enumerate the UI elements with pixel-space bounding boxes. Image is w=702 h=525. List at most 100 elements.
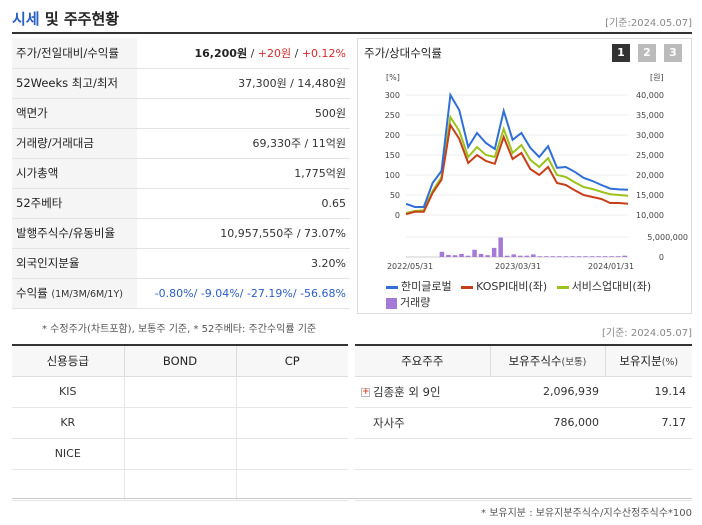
volume-bar bbox=[583, 256, 588, 257]
y-left-tick-label: 0 bbox=[395, 211, 400, 220]
volume-bar bbox=[498, 237, 503, 257]
price-stats-table: 주가/전일대비/수익률 16,200원 / +20원 / +0.12% 52We… bbox=[12, 38, 350, 309]
section-title-secondary: 및 주주현황 bbox=[39, 10, 120, 28]
stat-value: 1,775억원 bbox=[137, 158, 350, 189]
volume-bar bbox=[472, 249, 477, 257]
credit-header-cell: 신용등급 bbox=[12, 345, 124, 377]
credit-cp bbox=[235, 407, 348, 439]
return-1y: -56.68% bbox=[300, 286, 346, 300]
credit-row: KIS bbox=[12, 376, 348, 408]
credit-cp bbox=[235, 376, 348, 408]
credit-rating-table: 신용등급 BOND CP KIS KR NICE bbox=[12, 344, 348, 501]
stat-value: 500원 bbox=[137, 98, 350, 129]
chart-page-2-button[interactable]: 2 bbox=[638, 44, 656, 62]
stat-label: 52Weeks 최고/최저 bbox=[12, 68, 137, 99]
legend-line-icon bbox=[556, 285, 569, 289]
volume-bar bbox=[596, 256, 601, 257]
holder-pct bbox=[605, 438, 692, 470]
stat-row-market-cap: 시가총액 1,775억원 bbox=[12, 158, 350, 189]
stat-row-beta: 52주베타 0.65 bbox=[12, 188, 350, 219]
holder-row: + 김종훈 외 9인 2,096,939 19.14 bbox=[355, 376, 692, 408]
series-line-service bbox=[405, 114, 629, 214]
y-right-tick-label: 10,000 bbox=[636, 211, 664, 220]
legend-item-service: 서비스업대비(좌) bbox=[556, 278, 652, 294]
x-tick-label: 2022/05/31 bbox=[387, 262, 433, 271]
x-tick-label: 2023/03/31 bbox=[495, 262, 541, 271]
holder-row bbox=[355, 438, 692, 470]
credit-cp bbox=[235, 469, 348, 501]
volume-bar bbox=[537, 256, 543, 257]
volume-bar bbox=[446, 254, 451, 257]
stat-label: 시가총액 bbox=[12, 158, 137, 189]
holder-name bbox=[355, 469, 490, 501]
return-1m: -0.80% bbox=[154, 286, 194, 300]
chart-page-1-button[interactable]: 1 bbox=[612, 44, 630, 62]
stat-label: 수익률 (1M/3M/6M/1Y) bbox=[12, 278, 137, 309]
y-right-tick-label: 25,000 bbox=[636, 151, 664, 160]
credit-bond bbox=[123, 438, 236, 470]
price-chart: [%] [원] 300 250 200 150 100 50 0 40,000 35,000 3… bbox=[385, 73, 688, 271]
credit-row: KR bbox=[12, 407, 348, 439]
stat-row-volume: 거래량/거래대금 69,330주 / 11억원 bbox=[12, 128, 350, 159]
credit-agency: KR bbox=[12, 407, 124, 439]
stat-label: 주가/전일대비/수익률 bbox=[12, 38, 137, 69]
volume-bar bbox=[570, 256, 575, 257]
holder-header-label: 보유지분 bbox=[619, 353, 662, 368]
stat-label: 발행주식수/유동비율 bbox=[12, 218, 137, 249]
stat-label: 거래량/거래대금 bbox=[12, 128, 137, 159]
holder-name: 자사주 bbox=[355, 407, 490, 439]
legend-line-icon bbox=[461, 285, 474, 289]
volume-bar bbox=[602, 256, 608, 257]
legend-label: 한미글로벌 bbox=[401, 280, 452, 293]
stat-value: 10,957,550주 / 73.07% bbox=[137, 218, 350, 249]
expand-plus-icon[interactable]: + bbox=[361, 387, 370, 397]
volume-bar bbox=[504, 255, 510, 257]
holder-name bbox=[355, 438, 490, 470]
separator: / bbox=[291, 46, 302, 60]
stat-value: 69,330주 / 11억원 bbox=[137, 128, 350, 159]
volume-bar bbox=[439, 251, 445, 257]
credit-bond bbox=[123, 407, 236, 439]
volume-bar bbox=[452, 255, 458, 257]
legend-item-stock: 한미글로벌 bbox=[386, 278, 452, 294]
y-axis-left: 300 250 200 150 100 50 0 bbox=[385, 91, 400, 220]
volume-bar bbox=[622, 255, 627, 257]
credit-agency: KIS bbox=[12, 376, 124, 408]
stats-footnote: * 수정주가(차트포함), 보통주 기준, * 52주베타: 주간수익률 기준 bbox=[42, 324, 317, 335]
volume-bar bbox=[589, 256, 595, 257]
y-right-tick-label: 35,000 bbox=[636, 111, 664, 120]
left-unit-label: [%] bbox=[386, 73, 400, 82]
holder-name-cell: + 김종훈 외 9인 bbox=[355, 376, 490, 408]
credit-agency: NICE bbox=[12, 438, 124, 470]
returns-label: 수익률 bbox=[16, 286, 48, 300]
legend-box-icon bbox=[386, 297, 397, 309]
holder-pct: 7.17 bbox=[605, 407, 692, 439]
return-3m: -9.04% bbox=[200, 286, 240, 300]
stat-value-price: 16,200원 / +20원 / +0.12% bbox=[137, 38, 350, 69]
credit-agency bbox=[12, 469, 124, 501]
volume-bar bbox=[485, 255, 490, 257]
section-title-primary: 시세 bbox=[12, 10, 40, 28]
y-right-tick-label: 20,000 bbox=[636, 171, 664, 180]
separator: / bbox=[247, 46, 258, 60]
stat-row-price: 주가/전일대비/수익률 16,200원 / +20원 / +0.12% bbox=[12, 38, 350, 69]
holder-shares bbox=[490, 438, 605, 470]
returns-period-label: (1M/3M/6M/1Y) bbox=[51, 289, 123, 300]
holder-name: 김종훈 외 9인 bbox=[373, 384, 441, 399]
volume-bar bbox=[531, 254, 536, 257]
legend-item-kospi: KOSPI대비(좌) bbox=[461, 278, 547, 294]
legend-label: KOSPI대비(좌) bbox=[476, 280, 548, 293]
chart-page-3-button[interactable]: 3 bbox=[664, 44, 682, 62]
stat-row-52weeks: 52Weeks 최고/최저 37,300원 / 14,480원 bbox=[12, 68, 350, 99]
holders-footnote: * 보유지분 : 보유지분주식수/지수산정주식수*100 bbox=[481, 508, 692, 519]
volume-bar bbox=[524, 255, 530, 257]
legend-label: 서비스업대비(좌) bbox=[571, 280, 652, 293]
series-line-kospi bbox=[405, 122, 629, 216]
holder-header-label: 보유주식수 bbox=[508, 353, 562, 368]
credit-row bbox=[12, 469, 348, 501]
price-change-pct: +0.12% bbox=[301, 46, 346, 60]
stat-label: 52주베타 bbox=[12, 188, 137, 219]
credit-bond bbox=[123, 469, 236, 501]
holder-row bbox=[355, 469, 692, 501]
y-left-tick-label: 250 bbox=[385, 111, 400, 120]
